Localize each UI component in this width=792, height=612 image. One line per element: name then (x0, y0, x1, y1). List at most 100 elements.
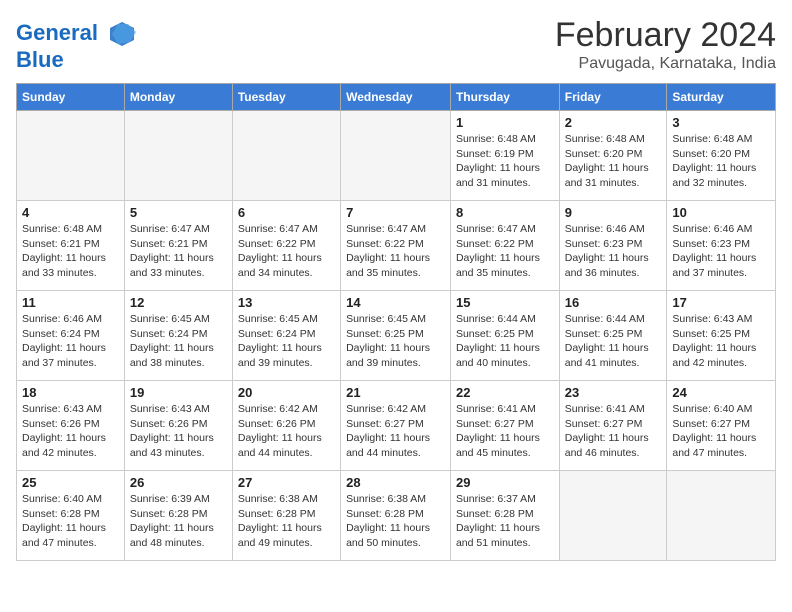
day-info: Sunrise: 6:42 AM Sunset: 6:26 PM Dayligh… (238, 402, 335, 461)
day-number: 14 (346, 295, 445, 310)
day-info: Sunrise: 6:43 AM Sunset: 6:25 PM Dayligh… (672, 312, 770, 371)
logo-text: General (16, 20, 136, 48)
day-cell: 16 Sunrise: 6:44 AM Sunset: 6:25 PM Dayli… (559, 291, 667, 381)
day-info: Sunrise: 6:42 AM Sunset: 6:27 PM Dayligh… (346, 402, 445, 461)
day-number: 20 (238, 385, 335, 400)
day-number: 7 (346, 205, 445, 220)
week-row: 1Sunrise: 6:48 AM Sunset: 6:19 PM Daylig… (17, 111, 776, 201)
weekday-header: Thursday (450, 84, 559, 111)
day-number: 18 (22, 385, 119, 400)
day-info: Sunrise: 6:46 AM Sunset: 6:23 PM Dayligh… (565, 222, 662, 281)
day-info: Sunrise: 6:43 AM Sunset: 6:26 PM Dayligh… (22, 402, 119, 461)
day-number: 17 (672, 295, 770, 310)
weekday-header: Friday (559, 84, 667, 111)
day-cell: 2 Sunrise: 6:48 AM Sunset: 6:20 PM Daylig… (559, 111, 667, 201)
day-cell: 10 Sunrise: 6:46 AM Sunset: 6:23 PM Dayli… (667, 201, 776, 291)
day-cell: 8 Sunrise: 6:47 AM Sunset: 6:22 PM Daylig… (450, 201, 559, 291)
week-row: 25 Sunrise: 6:40 AM Sunset: 6:28 PM Dayli… (17, 471, 776, 561)
day-info: Sunrise: 6:48 AM Sunset: 6:21 PM Dayligh… (22, 222, 119, 281)
day-cell: 19Sunrise: 6:43 AM Sunset: 6:26 PM Dayli… (124, 381, 232, 471)
weekday-header: Saturday (667, 84, 776, 111)
day-info: Sunrise: 6:37 AM Sunset: 6:28 PM Dayligh… (456, 492, 554, 551)
day-cell: 9 Sunrise: 6:46 AM Sunset: 6:23 PM Daylig… (559, 201, 667, 291)
day-info: Sunrise: 6:48 AM Sunset: 6:19 PM Dayligh… (456, 132, 554, 191)
day-info: Sunrise: 6:44 AM Sunset: 6:25 PM Dayligh… (565, 312, 662, 371)
day-cell: 23 Sunrise: 6:41 AM Sunset: 6:27 PM Dayli… (559, 381, 667, 471)
day-number: 4 (22, 205, 119, 220)
day-number: 25 (22, 475, 119, 490)
title-area: February 2024 Pavugada, Karnataka, India (555, 16, 776, 73)
day-number: 6 (238, 205, 335, 220)
day-info: Sunrise: 6:45 AM Sunset: 6:24 PM Dayligh… (238, 312, 335, 371)
day-info: Sunrise: 6:45 AM Sunset: 6:25 PM Dayligh… (346, 312, 445, 371)
day-number: 13 (238, 295, 335, 310)
day-number: 29 (456, 475, 554, 490)
day-info: Sunrise: 6:41 AM Sunset: 6:27 PM Dayligh… (565, 402, 662, 461)
day-info: Sunrise: 6:45 AM Sunset: 6:24 PM Dayligh… (130, 312, 227, 371)
day-cell: 26 Sunrise: 6:39 AM Sunset: 6:28 PM Dayli… (124, 471, 232, 561)
day-info: Sunrise: 6:47 AM Sunset: 6:22 PM Dayligh… (238, 222, 335, 281)
day-number: 24 (672, 385, 770, 400)
day-cell: 27 Sunrise: 6:38 AM Sunset: 6:28 PM Dayli… (232, 471, 340, 561)
weekday-header: Tuesday (232, 84, 340, 111)
day-info: Sunrise: 6:44 AM Sunset: 6:25 PM Dayligh… (456, 312, 554, 371)
day-info: Sunrise: 6:48 AM Sunset: 6:20 PM Dayligh… (565, 132, 662, 191)
day-cell: 28 Sunrise: 6:38 AM Sunset: 6:28 PM Dayli… (341, 471, 451, 561)
day-number: 8 (456, 205, 554, 220)
day-cell: 4 Sunrise: 6:48 AM Sunset: 6:21 PM Daylig… (17, 201, 125, 291)
weekday-header: Sunday (17, 84, 125, 111)
day-cell (341, 111, 451, 201)
day-cell: 14 Sunrise: 6:45 AM Sunset: 6:25 PM Dayli… (341, 291, 451, 381)
day-number: 21 (346, 385, 445, 400)
day-cell (124, 111, 232, 201)
weekday-header: Wednesday (341, 84, 451, 111)
day-cell (667, 471, 776, 561)
day-cell: 25 Sunrise: 6:40 AM Sunset: 6:28 PM Dayli… (17, 471, 125, 561)
day-cell: 1Sunrise: 6:48 AM Sunset: 6:19 PM Daylig… (450, 111, 559, 201)
day-number: 16 (565, 295, 662, 310)
logo: General Blue (16, 20, 136, 72)
day-number: 15 (456, 295, 554, 310)
week-row: 11Sunrise: 6:46 AM Sunset: 6:24 PM Dayli… (17, 291, 776, 381)
day-number: 23 (565, 385, 662, 400)
day-info: Sunrise: 6:47 AM Sunset: 6:21 PM Dayligh… (130, 222, 227, 281)
day-number: 28 (346, 475, 445, 490)
day-info: Sunrise: 6:38 AM Sunset: 6:28 PM Dayligh… (346, 492, 445, 551)
day-cell: 13 Sunrise: 6:45 AM Sunset: 6:24 PM Dayli… (232, 291, 340, 381)
day-number: 12 (130, 295, 227, 310)
day-number: 27 (238, 475, 335, 490)
logo-blue-text: Blue (16, 48, 136, 72)
week-row: 18 Sunrise: 6:43 AM Sunset: 6:26 PM Dayli… (17, 381, 776, 471)
day-cell: 21 Sunrise: 6:42 AM Sunset: 6:27 PM Dayli… (341, 381, 451, 471)
day-info: Sunrise: 6:47 AM Sunset: 6:22 PM Dayligh… (456, 222, 554, 281)
main-title: February 2024 (555, 16, 776, 55)
day-number: 26 (130, 475, 227, 490)
day-info: Sunrise: 6:41 AM Sunset: 6:27 PM Dayligh… (456, 402, 554, 461)
header: General Blue February 2024 Pavugada, Kar… (16, 16, 776, 73)
day-number: 2 (565, 115, 662, 130)
day-info: Sunrise: 6:48 AM Sunset: 6:20 PM Dayligh… (672, 132, 770, 191)
day-cell: 22 Sunrise: 6:41 AM Sunset: 6:27 PM Dayli… (450, 381, 559, 471)
day-info: Sunrise: 6:46 AM Sunset: 6:23 PM Dayligh… (672, 222, 770, 281)
day-number: 22 (456, 385, 554, 400)
day-cell: 20 Sunrise: 6:42 AM Sunset: 6:26 PM Dayli… (232, 381, 340, 471)
day-number: 9 (565, 205, 662, 220)
day-info: Sunrise: 6:40 AM Sunset: 6:28 PM Dayligh… (22, 492, 119, 551)
day-cell: 18 Sunrise: 6:43 AM Sunset: 6:26 PM Dayli… (17, 381, 125, 471)
day-info: Sunrise: 6:46 AM Sunset: 6:24 PM Dayligh… (22, 312, 119, 371)
day-cell: 5 Sunrise: 6:47 AM Sunset: 6:21 PM Daylig… (124, 201, 232, 291)
day-cell: 24Sunrise: 6:40 AM Sunset: 6:27 PM Dayli… (667, 381, 776, 471)
day-info: Sunrise: 6:38 AM Sunset: 6:28 PM Dayligh… (238, 492, 335, 551)
calendar-table: SundayMondayTuesdayWednesdayThursdayFrid… (16, 83, 776, 561)
day-info: Sunrise: 6:39 AM Sunset: 6:28 PM Dayligh… (130, 492, 227, 551)
day-number: 10 (672, 205, 770, 220)
day-cell: 12 Sunrise: 6:45 AM Sunset: 6:24 PM Dayli… (124, 291, 232, 381)
header-row: SundayMondayTuesdayWednesdayThursdayFrid… (17, 84, 776, 111)
day-cell: 3Sunrise: 6:48 AM Sunset: 6:20 PM Daylig… (667, 111, 776, 201)
day-info: Sunrise: 6:47 AM Sunset: 6:22 PM Dayligh… (346, 222, 445, 281)
day-number: 5 (130, 205, 227, 220)
day-cell: 17 Sunrise: 6:43 AM Sunset: 6:25 PM Dayli… (667, 291, 776, 381)
day-cell: 6 Sunrise: 6:47 AM Sunset: 6:22 PM Daylig… (232, 201, 340, 291)
logo-icon (108, 20, 136, 48)
day-cell: 7 Sunrise: 6:47 AM Sunset: 6:22 PM Daylig… (341, 201, 451, 291)
